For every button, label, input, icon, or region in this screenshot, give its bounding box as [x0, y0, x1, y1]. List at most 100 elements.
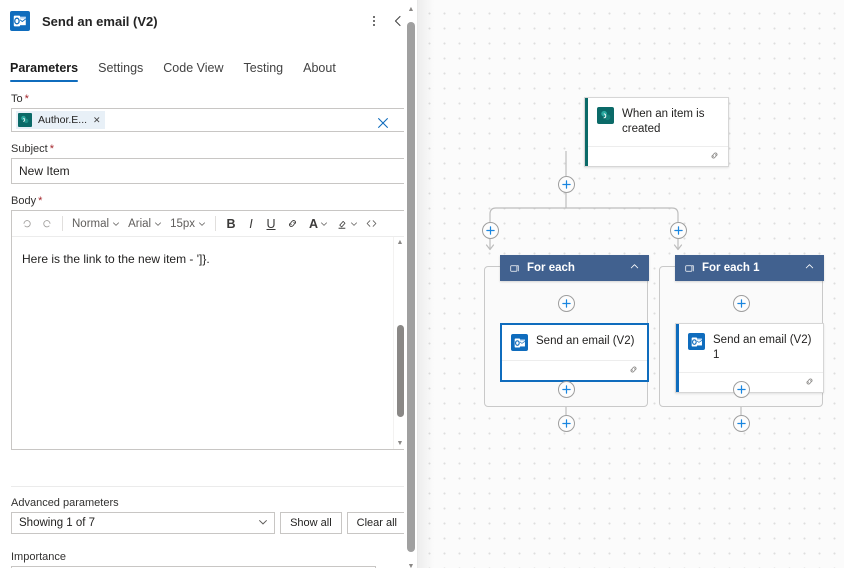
- outlook-icon: [511, 334, 528, 351]
- scope-title-for-each-1: For each 1: [702, 262, 760, 274]
- sharepoint-icon: [597, 107, 614, 124]
- bold-button[interactable]: B: [221, 214, 241, 234]
- font-size-value: 15px: [170, 217, 196, 230]
- body-scrollbar-thumb[interactable]: [397, 325, 404, 417]
- font-color-button[interactable]: A: [304, 214, 331, 234]
- font-color-label: A: [309, 216, 319, 231]
- action-node-send-email[interactable]: Send an email (V2): [500, 323, 649, 382]
- panel-scrollbar-thumb[interactable]: [407, 22, 415, 552]
- action-node-title: Send an email (V2): [536, 335, 635, 347]
- action-node-footer: [676, 372, 823, 392]
- add-step-button-after-right-scope[interactable]: [732, 415, 750, 432]
- node-accent-bar: [676, 324, 679, 393]
- code-icon[interactable]: [361, 214, 382, 234]
- body-text[interactable]: Here is the link to the new item - ']}.: [12, 237, 393, 449]
- font-family-dropdown[interactable]: Arial: [124, 214, 166, 234]
- add-step-button-after-left-scope[interactable]: [557, 415, 575, 432]
- flow-canvas[interactable]: When an item is created For each Send an…: [418, 0, 844, 568]
- subject-field-group: Subject * New Item: [0, 143, 417, 184]
- panel-scroll-area[interactable]: Send an email (V2) Parameters Settings C…: [0, 4, 417, 568]
- add-step-button-inside-left-bottom[interactable]: [557, 381, 575, 398]
- subject-input[interactable]: New Item: [11, 158, 407, 184]
- body-label: Body *: [11, 195, 407, 207]
- subject-label: Subject *: [11, 143, 407, 155]
- action-node-body: Send an email (V2) 1: [676, 324, 823, 372]
- tab-code-view[interactable]: Code View: [153, 61, 233, 82]
- scope-title-for-each: For each: [527, 262, 575, 274]
- add-step-button-branch-left[interactable]: [481, 222, 499, 239]
- add-step-button-inside-left-top[interactable]: [557, 295, 575, 312]
- redo-icon[interactable]: [37, 214, 57, 234]
- chevron-up-icon[interactable]: [629, 261, 640, 275]
- foreach-icon: [684, 263, 695, 274]
- advanced-parameters-group: Advanced parameters Showing 1 of 7 Show …: [0, 497, 417, 534]
- font-family-value: Arial: [128, 217, 152, 230]
- to-field-group: To * Author.E... ✕: [0, 93, 417, 132]
- tab-about[interactable]: About: [293, 61, 346, 82]
- panel-scroll-up-icon[interactable]: ▲: [404, 4, 417, 15]
- tab-settings[interactable]: Settings: [88, 61, 153, 82]
- body-field-group: Body *: [0, 195, 417, 207]
- section-divider: [11, 486, 407, 487]
- rte-body[interactable]: Here is the link to the new item - ']}. …: [12, 237, 406, 449]
- subject-label-text: Subject: [11, 143, 48, 155]
- panel-scroll-down-icon[interactable]: ▼: [404, 561, 417, 568]
- action-node-send-email-1[interactable]: Send an email (V2) 1: [675, 323, 824, 394]
- show-all-button[interactable]: Show all: [280, 512, 342, 534]
- toolbar-divider: [215, 216, 217, 231]
- tab-parameters[interactable]: Parameters: [10, 61, 88, 82]
- to-input[interactable]: Author.E... ✕: [11, 108, 407, 132]
- panel-title: Send an email (V2): [42, 13, 158, 29]
- to-label: To *: [11, 93, 407, 105]
- outlook-icon: [10, 11, 30, 31]
- body-label-text: Body: [11, 195, 37, 207]
- link-icon[interactable]: [628, 364, 639, 378]
- advanced-parameters-dropdown[interactable]: Showing 1 of 7: [11, 512, 276, 534]
- recipient-token-label: Author.E...: [38, 114, 88, 126]
- trigger-node-body: When an item is created: [585, 98, 728, 146]
- recipient-token[interactable]: Author.E... ✕: [16, 111, 105, 129]
- advanced-parameters-row: Showing 1 of 7 Show all Clear all: [11, 512, 407, 534]
- close-small-icon[interactable]: ✕: [93, 115, 101, 125]
- font-size-dropdown[interactable]: 15px: [166, 214, 210, 234]
- importance-label: Importance: [11, 551, 67, 563]
- highlight-icon[interactable]: [331, 214, 361, 234]
- link-icon[interactable]: [804, 376, 815, 390]
- action-details-panel: Send an email (V2) Parameters Settings C…: [0, 0, 418, 568]
- chevron-up-icon[interactable]: [804, 261, 815, 275]
- to-clear-button[interactable]: [372, 112, 394, 134]
- advanced-parameters-label: Advanced parameters: [11, 497, 119, 509]
- add-step-button-branch-right[interactable]: [669, 222, 687, 239]
- body-rich-text-editor[interactable]: Normal Arial 15px B I U A Here is the li…: [11, 210, 407, 450]
- subject-value: New Item: [19, 164, 70, 178]
- scope-header-for-each-1[interactable]: For each 1: [675, 255, 824, 281]
- italic-button[interactable]: I: [241, 214, 261, 234]
- panel-header: Send an email (V2): [0, 4, 417, 38]
- foreach-icon: [509, 263, 520, 274]
- chevron-down-icon: [258, 517, 268, 530]
- add-step-button-inside-right-bottom[interactable]: [732, 381, 750, 398]
- panel-tabs: Parameters Settings Code View Testing Ab…: [0, 52, 417, 82]
- undo-icon[interactable]: [17, 214, 37, 234]
- toolbar-divider: [62, 216, 63, 231]
- text-style-dropdown[interactable]: Normal: [68, 214, 124, 234]
- scope-header-for-each[interactable]: For each: [500, 255, 649, 281]
- sharepoint-icon: [18, 113, 32, 127]
- underline-button[interactable]: U: [261, 214, 281, 234]
- required-marker: *: [49, 143, 54, 155]
- trigger-node-footer: [585, 146, 728, 166]
- required-marker: *: [24, 93, 29, 105]
- add-step-button-inside-right-top[interactable]: [732, 295, 750, 312]
- importance-group: Importance Normal: [0, 551, 417, 568]
- trigger-node[interactable]: When an item is created: [584, 97, 729, 168]
- link-icon[interactable]: [281, 214, 304, 234]
- add-step-button-main[interactable]: [557, 176, 575, 193]
- more-vertical-icon[interactable]: [362, 9, 386, 33]
- action-node-footer: [502, 360, 647, 380]
- link-icon[interactable]: [709, 150, 720, 164]
- tab-testing[interactable]: Testing: [234, 61, 294, 82]
- clear-all-button[interactable]: Clear all: [346, 512, 407, 534]
- action-node-title: Send an email (V2) 1: [713, 334, 812, 362]
- node-accent-bar: [585, 98, 588, 167]
- panel-scrollbar[interactable]: ▲ ▼: [404, 4, 417, 568]
